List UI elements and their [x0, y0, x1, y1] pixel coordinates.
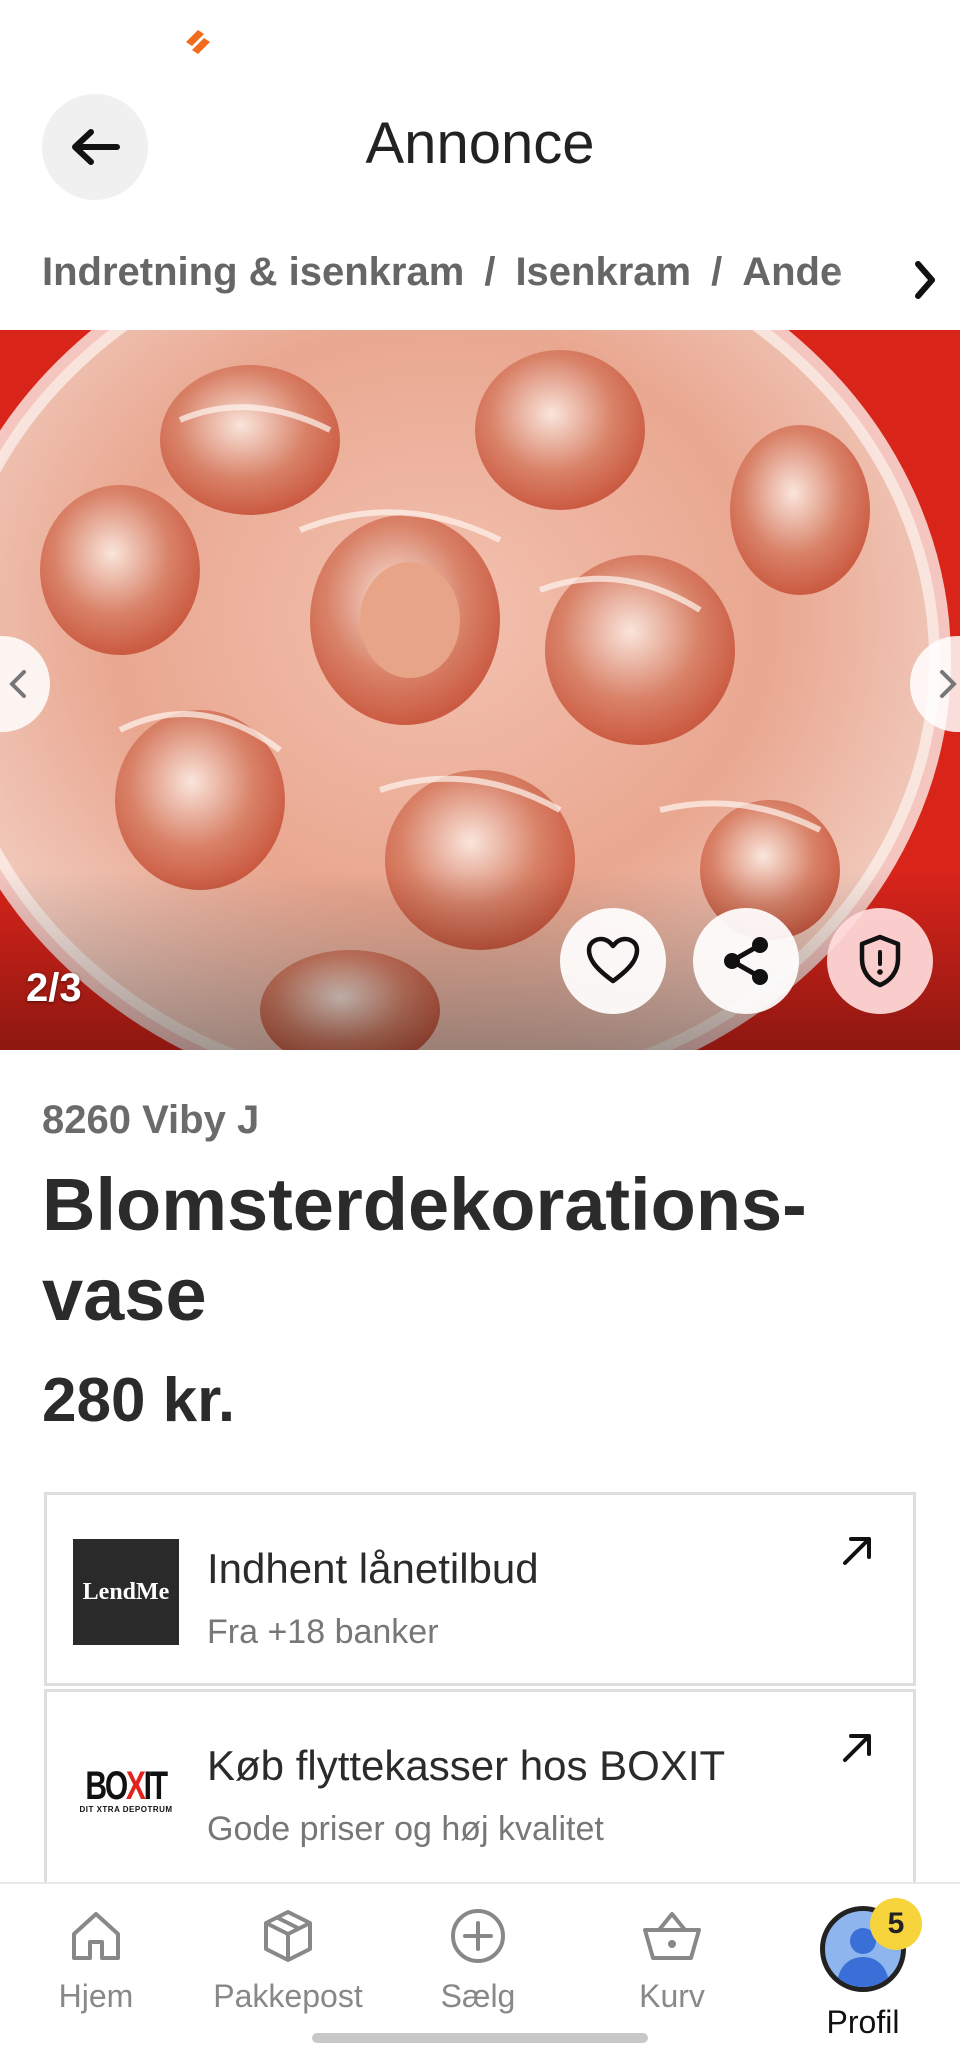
share-button[interactable] [693, 908, 799, 1014]
offer-title: Indhent lånetilbud [207, 1545, 539, 1592]
offer-card-loan[interactable]: LendMe Indhent lånetilbud Fra +18 banker [44, 1492, 916, 1686]
offer-subtitle: Gode priser og høj kvalitet [207, 1810, 604, 1848]
boxit-wordmark: BOXIT [85, 1764, 169, 1808]
nav-item-parcel[interactable]: Pakkepost [208, 1906, 368, 2026]
external-link-icon [843, 1537, 871, 1565]
heart-icon [586, 936, 640, 984]
home-indicator [312, 2033, 648, 2043]
shield-icon [859, 934, 901, 988]
chevron-left-icon [9, 670, 26, 698]
lendme-logo: LendMe [73, 1539, 179, 1645]
listing-photo [0, 330, 960, 1050]
external-link-icon [843, 1734, 871, 1762]
report-button[interactable] [827, 908, 933, 1014]
package-icon [264, 1910, 312, 1962]
boxit-x-letter: X [126, 1764, 146, 1808]
nav-item-sell[interactable]: Sælg [398, 1906, 558, 2026]
favorite-button[interactable] [560, 908, 666, 1014]
offer-title: Køb flyttekasser hos BOXIT [207, 1742, 726, 1789]
chevron-right-icon [940, 670, 957, 698]
nav-label: Pakkepost [213, 1978, 363, 2014]
listing-title-line: Blomsterdekorations- [42, 1163, 807, 1246]
listing-location: 8260 Viby J [42, 1098, 260, 1142]
breadcrumb-separator: / [711, 250, 723, 294]
notification-badge: 5 [870, 1898, 922, 1950]
home-icon [72, 1912, 120, 1960]
breadcrumb: Indretning & isenkram / Isenkram / Ande [42, 250, 932, 310]
basket-icon [643, 1912, 701, 1960]
listing-price: 280 kr. [42, 1366, 236, 1435]
page-title: Annonce [365, 111, 595, 176]
app-logo-icon [186, 30, 210, 54]
nav-label: Profil [826, 2004, 900, 2040]
boxit-logo: BOXIT DIT XTRA DEPOTRUM [73, 1736, 179, 1842]
offer-subtitle: Fra +18 banker [207, 1613, 439, 1651]
nav-label: Sælg [440, 1978, 516, 2014]
offer-card-boxit[interactable]: BOXIT DIT XTRA DEPOTRUM Køb flyttekasser… [44, 1689, 916, 1889]
breadcrumb-item-subcategory[interactable]: Isenkram [515, 250, 691, 295]
nav-label: Kurv [639, 1978, 705, 2014]
image-counter: 2/3 [26, 966, 82, 1010]
plus-circle-icon [451, 1909, 505, 1963]
breadcrumb-item-category[interactable]: Indretning & isenkram [42, 250, 464, 295]
breadcrumb-fade [832, 250, 892, 310]
nav-item-cart[interactable]: Kurv [592, 1906, 752, 2026]
nav-item-home[interactable]: Hjem [16, 1906, 176, 2026]
breadcrumb-item-leaf[interactable]: Ande [742, 250, 842, 295]
listing-title-line: vase [42, 1253, 207, 1336]
share-icon [724, 937, 768, 985]
chevron-right-icon[interactable] [910, 258, 940, 302]
status-bar [0, 0, 960, 80]
image-gallery[interactable]: 2/3 [0, 330, 960, 1050]
nav-label: Hjem [58, 1978, 134, 2014]
listing-title: Blomsterdekorations- vase [42, 1160, 922, 1340]
app-header: Annonce [0, 80, 960, 210]
breadcrumb-separator: / [484, 250, 496, 294]
